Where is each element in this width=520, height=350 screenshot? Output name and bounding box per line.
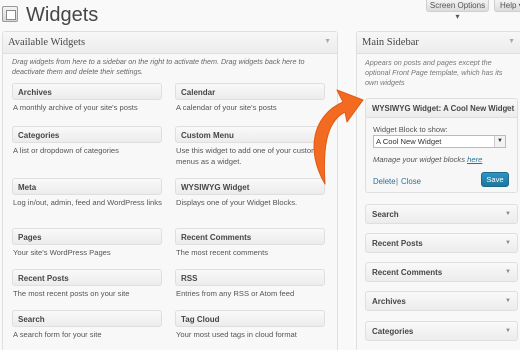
chevron-down-icon[interactable]: ▼ <box>494 136 505 147</box>
triangle-down-icon[interactable]: ▼ <box>508 38 515 45</box>
widget-meta[interactable]: Meta <box>12 178 162 195</box>
widget-block-select[interactable]: A Cool New Widget ▼ <box>373 135 506 148</box>
page-header: Widgets Screen Options ▾ Help ▾ <box>0 0 520 30</box>
sidebar-widget-label: Categories <box>372 327 414 336</box>
triangle-down-icon[interactable]: ▼ <box>505 328 511 334</box>
selected-value: A Cool New Widget <box>376 137 442 146</box>
widget-label: Calendar <box>181 88 216 97</box>
widget-label: Tag Cloud <box>181 315 220 324</box>
widget-label: Custom Menu <box>181 131 234 140</box>
help-button[interactable]: Help ▾ <box>494 0 520 12</box>
available-widgets-header[interactable]: Available Widgets ▼ <box>3 32 337 54</box>
triangle-down-icon[interactable]: ▼ <box>505 240 511 246</box>
widget-tag-cloud[interactable]: Tag Cloud <box>175 310 325 327</box>
available-widgets-panel: Available Widgets ▼ Drag widgets from he… <box>2 31 338 350</box>
widget-description: Entries from any RSS or Atom feed <box>176 289 295 298</box>
open-widget-header[interactable]: WYSIWYG Widget: A Cool New Widget ▲ <box>366 99 517 118</box>
widget-block-label: Widget Block to show: <box>373 125 448 134</box>
sidebar-widget-label: Recent Posts <box>372 239 423 248</box>
manage-prefix: Manage your widget blocks <box>373 155 468 164</box>
widget-description: Log in/out, admin, feed and WordPress li… <box>13 198 162 207</box>
widget-description: A monthly archive of your site's posts <box>13 103 138 112</box>
sidebar-widget-label: Archives <box>372 297 406 306</box>
sidebar-widget-label: Recent Comments <box>372 268 443 277</box>
delete-link[interactable]: Delete <box>373 177 396 186</box>
widget-description: A list or dropdown of categories <box>13 146 119 155</box>
widget-search[interactable]: Search <box>12 310 162 327</box>
widget-label: Recent Posts <box>18 274 69 283</box>
save-button[interactable]: Save <box>481 172 509 187</box>
manage-blocks-link[interactable]: here <box>467 155 482 164</box>
available-widgets-title: Available Widgets <box>8 37 86 48</box>
widget-label: Meta <box>18 183 37 192</box>
available-widgets-description: Drag widgets from here to a sidebar on t… <box>12 57 305 76</box>
widget-label: RSS <box>181 274 198 283</box>
widget-description: Your most used tags in cloud format <box>176 330 297 339</box>
widget-description: The most recent comments <box>176 248 269 257</box>
triangle-down-icon[interactable]: ▼ <box>324 38 331 45</box>
curved-arrow-icon <box>313 89 364 185</box>
sidebar-widget-search[interactable]: Search ▼ <box>365 204 518 224</box>
widget-label: Search <box>18 315 45 324</box>
widget-archives[interactable]: Archives <box>12 83 162 100</box>
widget-label: Recent Comments <box>181 233 252 242</box>
main-sidebar-header[interactable]: Main Sidebar ▼ <box>357 32 520 54</box>
widget-recent-comments[interactable]: Recent Comments <box>175 228 325 245</box>
manage-blocks-text: Manage your widget blocks here <box>373 155 482 164</box>
widget-description: The most recent posts on your site <box>13 289 130 298</box>
widget-label: Pages <box>18 233 42 242</box>
widget-description: Displays one of your Widget Blocks. <box>176 198 298 207</box>
triangle-down-icon[interactable]: ▼ <box>505 211 511 217</box>
sidebar-widget-label: Search <box>372 210 399 219</box>
widget-rss[interactable]: RSS <box>175 269 325 286</box>
widget-pages[interactable]: Pages <box>12 228 162 245</box>
widget-description: Your site's WordPress Pages <box>13 248 111 257</box>
page-title: Widgets <box>26 4 99 26</box>
sidebar-widget-recent-posts[interactable]: Recent Posts ▼ <box>365 233 518 253</box>
widget-label: Archives <box>18 88 52 97</box>
widget-recent-posts[interactable]: Recent Posts <box>12 269 162 286</box>
open-widget-title: WYSIWYG Widget: A Cool New Widget <box>372 104 515 113</box>
sidebar-widget-archives[interactable]: Archives ▼ <box>365 291 518 311</box>
sidebar-widget-recent-comments[interactable]: Recent Comments ▼ <box>365 262 518 282</box>
triangle-down-icon[interactable]: ▼ <box>505 298 511 304</box>
sidebar-widget-categories[interactable]: Categories ▼ <box>365 321 518 341</box>
link-separator: | <box>396 177 399 186</box>
triangle-down-icon[interactable]: ▼ <box>505 269 511 275</box>
screen-options-button[interactable]: Screen Options ▾ <box>426 0 489 21</box>
open-wysiwyg-widget: WYSIWYG Widget: A Cool New Widget ▲ Widg… <box>365 98 518 193</box>
widget-description: A search form for your site <box>13 330 102 339</box>
widget-categories[interactable]: Categories <box>12 126 162 143</box>
widget-label: Categories <box>18 131 60 140</box>
triangle-up-icon[interactable]: ▲ <box>505 105 511 111</box>
close-link[interactable]: Close <box>401 177 421 186</box>
main-sidebar-title: Main Sidebar <box>362 37 419 48</box>
widgets-page-icon <box>2 6 18 22</box>
widget-label: WYSIWYG Widget <box>181 183 250 192</box>
main-sidebar-description: Appears on posts and pages except the op… <box>365 58 503 87</box>
